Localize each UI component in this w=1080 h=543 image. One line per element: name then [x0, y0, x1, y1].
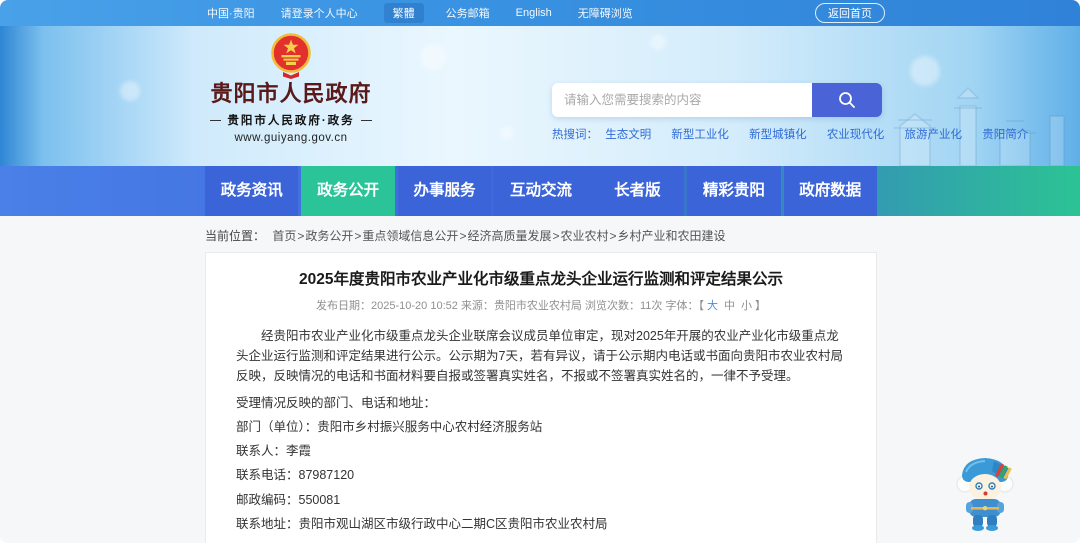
- site-name: 贵阳市人民政府: [210, 81, 372, 106]
- topbar-link-traditional[interactable]: 繁體: [383, 3, 424, 23]
- topbar-link-china-guiyang[interactable]: 中国·贵阳: [207, 5, 255, 21]
- content-area: 当前位置： 首页>政务公开>重点领域信息公开>经济高质量发展>农业农村>乡村产业…: [0, 216, 1080, 543]
- nav-tab-banshi-fuwu[interactable]: 办事服务: [397, 166, 492, 216]
- article-title: 2025年度贵阳市农业产业化市级重点龙头企业运行监测和评定结果公示: [299, 271, 783, 288]
- site-subtitle: 贵阳市人民政府·政务: [227, 115, 355, 128]
- breadcrumb-economy[interactable]: 经济高质量发展: [467, 229, 551, 243]
- mascot-icon[interactable]: [954, 453, 1016, 533]
- search-input[interactable]: [552, 83, 812, 117]
- views-value: 11次: [640, 300, 663, 312]
- main-nav: 政务资讯 政务公开 办事服务 互动交流 长者版 精彩贵阳 政府数据: [0, 166, 1080, 216]
- bokeh-decoration: [420, 44, 446, 70]
- views-label: 浏览次数：: [585, 300, 640, 312]
- back-to-home-button[interactable]: 返回首页: [815, 3, 885, 23]
- font-size-small-button[interactable]: 小: [741, 300, 752, 312]
- topbar-link-english[interactable]: English: [516, 7, 552, 19]
- top-utility-bar: 中国·贵阳 请登录个人中心 繁體 公务邮箱 English 无障碍浏览 返回首页: [0, 0, 1080, 26]
- breadcrumb-agriculture[interactable]: 农业农村: [560, 229, 608, 243]
- search-area: 热搜词： 生态文明 新型工业化 新型城镇化 农业现代化 旅游产业化 贵阳简介: [552, 83, 1028, 142]
- nav-tab-zhengwu-zixun[interactable]: 政务资讯: [205, 166, 299, 216]
- hot-link-guiyang-intro[interactable]: 贵阳简介: [982, 129, 1028, 141]
- publish-date-label: 发布日期：: [316, 300, 372, 312]
- article-meta: 发布日期：2025-10-20 10:52 来源：贵阳市农业农村局 浏览次数：1…: [236, 297, 846, 313]
- font-size-medium-button[interactable]: 中: [724, 300, 735, 312]
- hot-search-row: 热搜词： 生态文明 新型工业化 新型城镇化 农业现代化 旅游产业化 贵阳简介: [552, 126, 1028, 142]
- hot-link-urbanization[interactable]: 新型城镇化: [749, 129, 807, 141]
- contact-address: 联系地址：贵阳市观山湖区市级行政中心二期C区贵阳市农业农村局: [236, 516, 608, 531]
- breadcrumb-separator: >: [354, 229, 362, 243]
- national-emblem-icon: [271, 33, 311, 79]
- breadcrumb-zhengwu-gongkai[interactable]: 政务公开: [305, 229, 353, 243]
- breadcrumb-home[interactable]: 首页: [272, 229, 296, 243]
- search-bar: [552, 83, 882, 117]
- nav-tab-jingcai-guiyang[interactable]: 精彩贵阳: [687, 166, 781, 216]
- bokeh-decoration: [120, 81, 140, 101]
- font-bracket-close: 】: [754, 300, 766, 312]
- hot-link-tourism[interactable]: 旅游产业化: [905, 129, 963, 141]
- topbar-link-gov-mail[interactable]: 公务邮箱: [446, 5, 490, 21]
- breadcrumb-rural-industry[interactable]: 乡村产业和农田建设: [618, 229, 726, 243]
- nav-tab-zhangzhe-ban[interactable]: 长者版: [590, 166, 685, 216]
- hot-link-industry[interactable]: 新型工业化: [671, 129, 729, 141]
- site-url: www.guiyang.gov.cn: [234, 132, 348, 145]
- topbar-link-accessibility[interactable]: 无障碍浏览: [578, 5, 633, 21]
- article-body: 经贵阳市农业产业化市级重点龙头企业联席会议成员单位审定，现对2025年开展的农业…: [236, 326, 846, 543]
- search-icon: [839, 92, 855, 108]
- font-bracket-open: 【: [698, 300, 704, 312]
- contact-department: 部门（单位）：贵阳市乡村振兴服务中心农村经济服务站: [236, 420, 543, 435]
- breadcrumb-separator: >: [459, 229, 467, 243]
- breadcrumb-separator: >: [552, 229, 560, 243]
- hot-link-agriculture[interactable]: 农业现代化: [827, 129, 885, 141]
- breadcrumb-label: 当前位置：: [205, 229, 266, 243]
- breadcrumb: 当前位置： 首页>政务公开>重点领域信息公开>经济高质量发展>农业农村>乡村产业…: [0, 216, 1080, 252]
- bokeh-decoration: [500, 126, 514, 140]
- source-value: 贵阳市农业农村局: [493, 300, 582, 312]
- font-size-large-button[interactable]: 大: [707, 300, 718, 312]
- breadcrumb-key-areas[interactable]: 重点领域信息公开: [362, 229, 458, 243]
- breadcrumb-separator: >: [297, 229, 305, 243]
- site-header: 贵阳市人民政府 贵阳市人民政府·政务 www.guiyang.gov.cn 热搜…: [0, 26, 1080, 166]
- page: 中国·贵阳 请登录个人中心 繁體 公务邮箱 English 无障碍浏览 返回首页: [0, 0, 1080, 543]
- breadcrumb-separator: >: [609, 229, 617, 243]
- source-label: 来源：: [460, 300, 494, 312]
- search-button[interactable]: [812, 83, 882, 117]
- nav-tab-zhengfu-shuju[interactable]: 政府数据: [783, 166, 877, 216]
- contact-person: 联系人：李霞: [236, 444, 312, 459]
- article-intro-paragraph: 经贵阳市农业产业化市级重点龙头企业联席会议成员单位审定，现对2025年开展的农业…: [236, 329, 843, 383]
- publish-date-value: 2025-10-20 10:52: [371, 300, 458, 312]
- contact-section-heading: 受理情况反映的部门、电话和地址：: [236, 396, 437, 410]
- topbar-link-login-center[interactable]: 请登录个人中心: [281, 5, 358, 21]
- contact-phone: 联系电话：87987120: [236, 468, 355, 483]
- site-subtitle-row: 贵阳市人民政府·政务: [210, 112, 372, 128]
- site-logo[interactable]: 贵阳市人民政府 贵阳市人民政府·政务 www.guiyang.gov.cn: [210, 32, 372, 144]
- font-size-label: 字体：: [665, 300, 699, 312]
- article-card: 2025年度贵阳市农业产业化市级重点龙头企业运行监测和评定结果公示 发布日期：2…: [205, 252, 877, 543]
- hot-link-ecology[interactable]: 生态文明: [605, 129, 651, 141]
- contact-postcode: 邮政编码：550081: [236, 492, 341, 507]
- hot-search-label: 热搜词：: [552, 129, 598, 141]
- cityscape-decoration: [894, 86, 1065, 166]
- nav-tab-hudong-jiaoliu[interactable]: 互动交流: [494, 166, 588, 216]
- bokeh-decoration: [650, 34, 666, 50]
- nav-tab-zhengwu-gongkai[interactable]: 政务公开: [301, 166, 395, 216]
